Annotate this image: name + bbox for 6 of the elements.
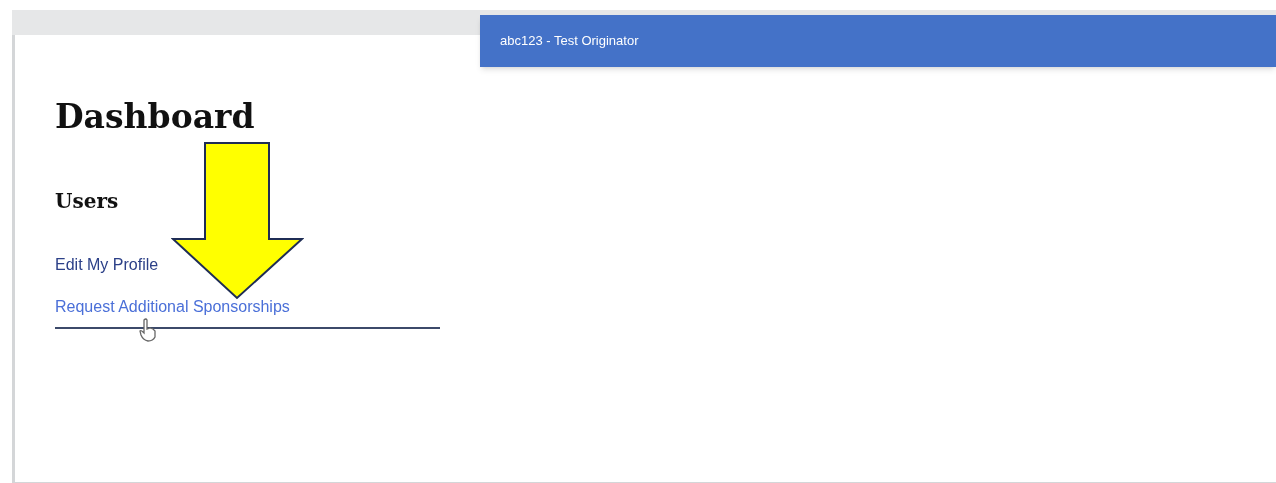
section-heading: Users — [55, 188, 119, 215]
header-title: abc123 - Test Originator — [500, 32, 639, 51]
sponsorship-link[interactable]: Request Additional Sponsorships — [55, 297, 290, 317]
hand-cursor-icon — [138, 318, 158, 342]
profile-link[interactable]: Edit My Profile — [55, 255, 159, 275]
page-title: Dashboard — [55, 97, 255, 137]
